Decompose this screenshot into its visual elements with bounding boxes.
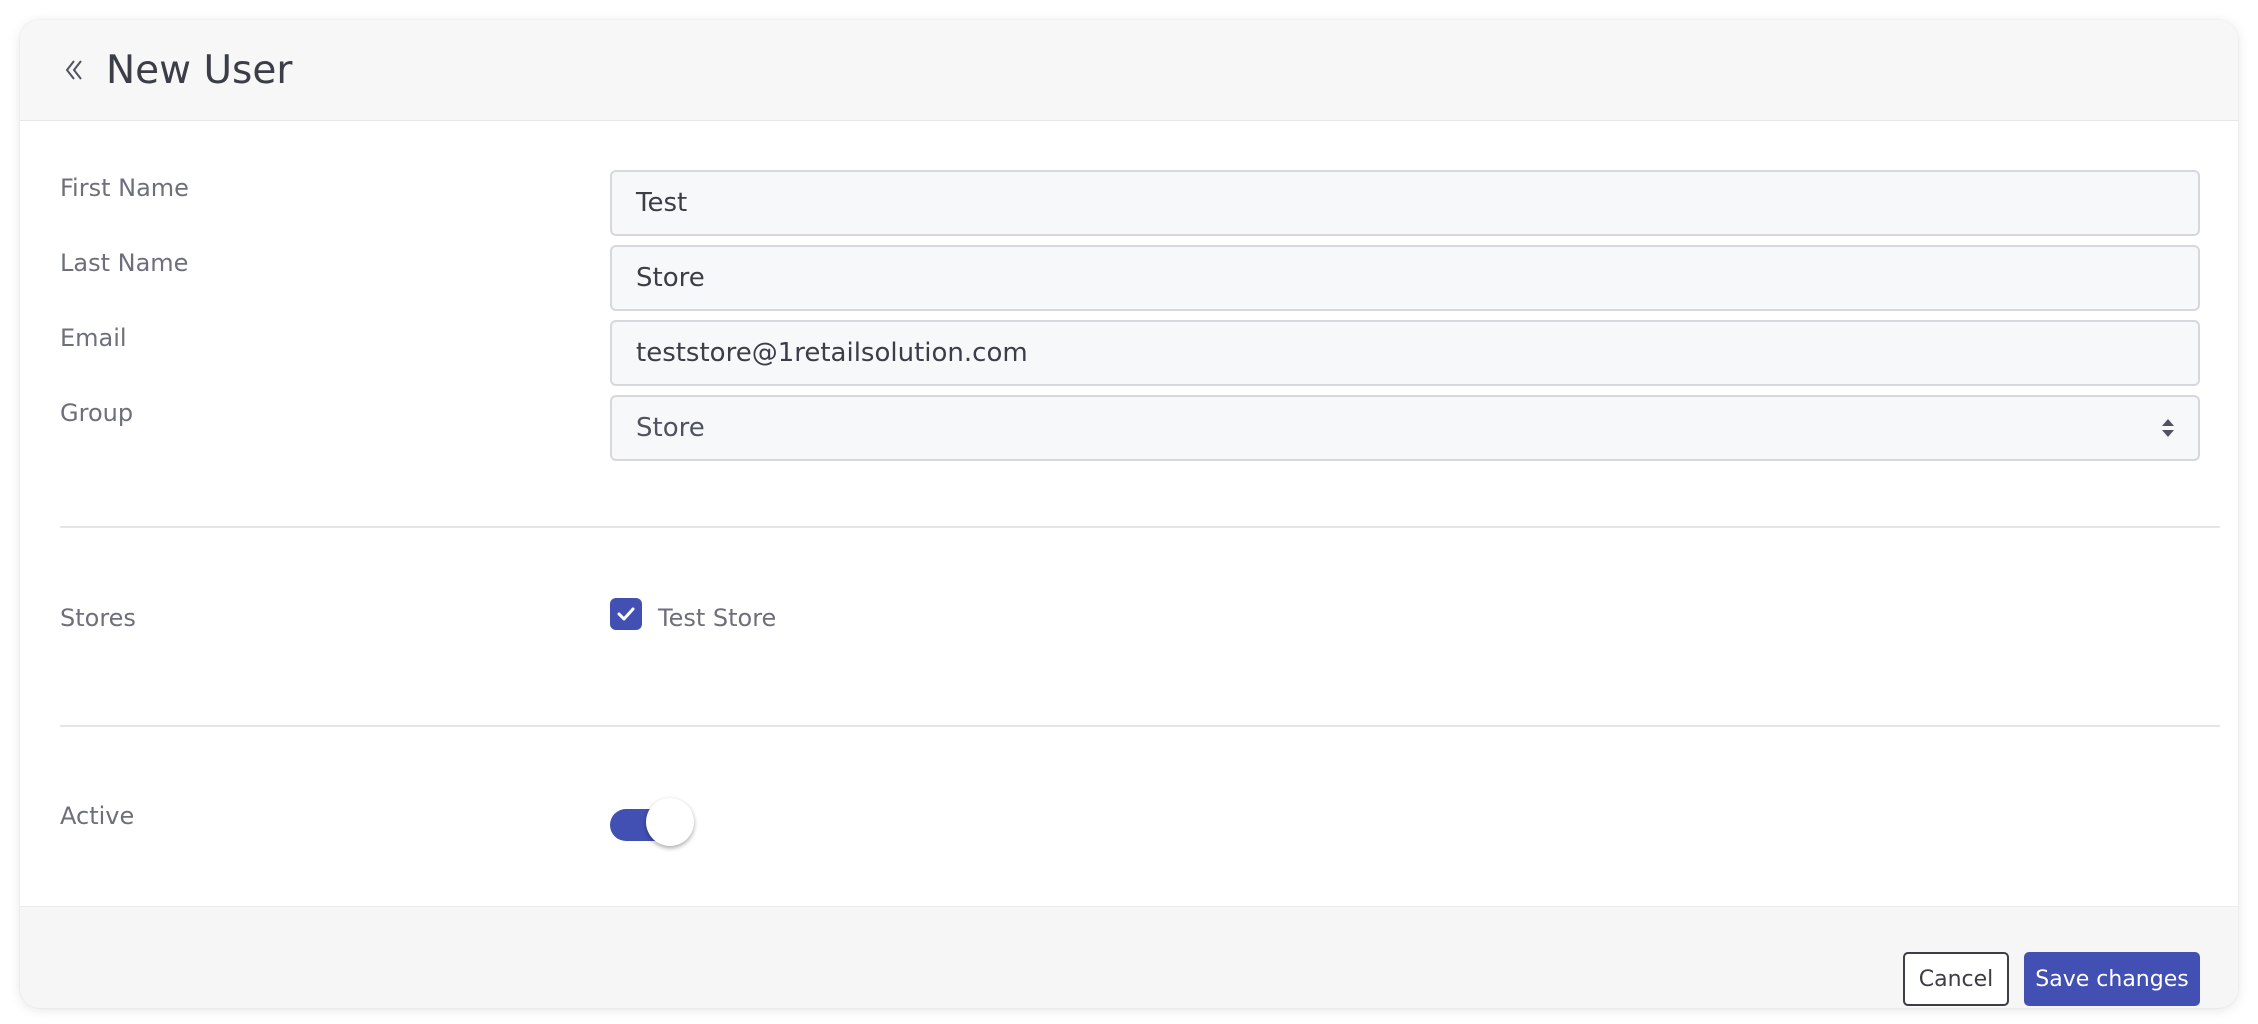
group-select-value: Store [636, 413, 705, 443]
first-name-label: First Name [60, 174, 189, 202]
active-toggle[interactable] [610, 798, 696, 846]
store-checkbox[interactable] [610, 598, 642, 630]
active-row: Active [60, 798, 2219, 864]
group-row: Group Store [60, 395, 2219, 461]
cancel-button[interactable]: Cancel [1903, 952, 2009, 1006]
store-checkbox-label[interactable]: Test Store [658, 604, 776, 632]
email-row: Email teststore@1retailsolution.com [60, 320, 2219, 386]
stores-label: Stores [60, 604, 136, 632]
last-name-label: Last Name [60, 249, 189, 277]
email-label: Email [60, 324, 127, 352]
sort-arrows-icon [2160, 416, 2176, 440]
stores-row: Stores [60, 600, 2219, 666]
section-divider [60, 526, 2220, 528]
first-name-row: First Name Test [60, 170, 2219, 236]
save-changes-button[interactable]: Save changes [2024, 952, 2200, 1006]
group-select[interactable]: Store [610, 395, 2200, 461]
card-header: New User [20, 20, 2238, 121]
toggle-knob [646, 798, 694, 846]
card-footer: Cancel Save changes [20, 906, 2238, 1008]
last-name-row: Last Name Store [60, 245, 2219, 311]
last-name-input[interactable]: Store [610, 245, 2200, 311]
email-input[interactable]: teststore@1retailsolution.com [610, 320, 2200, 386]
active-label: Active [60, 802, 135, 830]
new-user-card: New User First Name Test Last Name Store… [20, 20, 2238, 1008]
first-name-input[interactable]: Test [610, 170, 2200, 236]
double-chevron-left-icon[interactable] [64, 57, 86, 83]
group-label: Group [60, 399, 134, 427]
page-title: New User [106, 47, 293, 93]
check-icon [617, 607, 635, 621]
section-divider [60, 725, 2220, 727]
